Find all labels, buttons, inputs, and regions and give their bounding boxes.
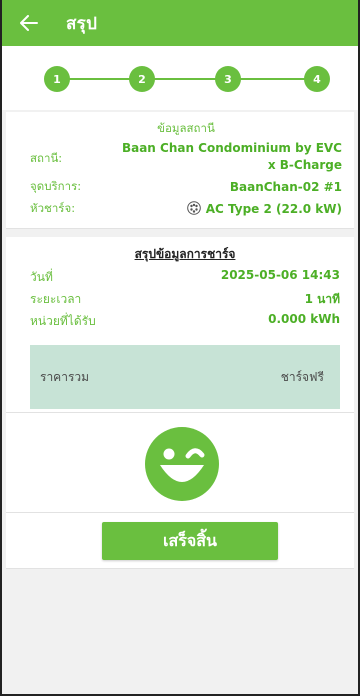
type2-connector-icon xyxy=(186,200,201,215)
date-row: วันที่ 2025-05-06 14:43 xyxy=(30,268,340,287)
total-price-box: ราคารวม ชาร์จฟรี xyxy=(30,345,340,409)
energy-label: หน่วยที่ได้รับ xyxy=(30,314,96,328)
step-1: 1 xyxy=(44,66,70,92)
step-2: 2 xyxy=(129,66,155,92)
connector-value-wrap: AC Type 2 (22.0 kW) xyxy=(186,200,342,218)
station-info-title: ข้อมูลสถานี xyxy=(157,121,215,135)
station-row: สถานี: Baan Chan Condominium by EVC x B-… xyxy=(30,140,342,174)
winking-face-icon xyxy=(145,427,219,505)
charging-summary-card: สรุปข้อมูลการชาร์จ วันที่ 2025-05-06 14:… xyxy=(6,237,354,413)
back-arrow-icon[interactable] xyxy=(20,12,42,34)
station-name: Baan Chan Condominium by EVC x B-Charge xyxy=(122,140,342,174)
done-button[interactable]: เสร็จสิ้น xyxy=(102,522,278,560)
station-name-line1: Baan Chan Condominium by EVC xyxy=(121,141,342,155)
duration-label: ระยะเวลา xyxy=(30,292,82,306)
connector-row: หัวชาร์จ: AC Type 2 (22.0 kW) xyxy=(30,200,342,218)
energy-row: หน่วยที่ได้รับ 0.000 kWh xyxy=(30,312,340,331)
total-price-label: ราคารวม xyxy=(40,369,90,384)
connector-value: AC Type 2 (22.0 kW) xyxy=(205,201,342,216)
station-name-line2: x B-Charge xyxy=(267,158,342,172)
total-price-value: ชาร์จฟรี xyxy=(280,369,324,384)
station-label: สถานี: xyxy=(30,151,63,165)
step-3: 3 xyxy=(215,66,241,92)
date-label: วันที่ xyxy=(30,270,53,284)
service-point-value: BaanChan-02 #1 xyxy=(229,179,342,194)
app-frame: สรุป 1 2 3 4 ข้อมูลสถานี สถานี: Baan Cha… xyxy=(0,0,360,696)
connector-label: หัวชาร์จ: xyxy=(30,201,76,215)
app-bar: สรุป xyxy=(2,0,358,46)
duration-value: 1 นาที xyxy=(304,292,340,306)
stepper-line xyxy=(57,78,312,80)
service-point-row: จุดบริการ: BaanChan-02 #1 xyxy=(30,178,342,196)
step-4: 4 xyxy=(304,66,330,92)
duration-row: ระยะเวลา 1 นาที xyxy=(30,290,340,309)
result-face-area xyxy=(6,413,354,515)
page-title: สรุป xyxy=(66,13,98,34)
summary-title: สรุปข้อมูลการชาร์จ xyxy=(134,247,236,261)
service-point-label: จุดบริการ: xyxy=(30,179,82,193)
energy-value: 0.000 kWh xyxy=(268,312,340,326)
date-value: 2025-05-06 14:43 xyxy=(220,268,340,282)
progress-stepper: 1 2 3 4 xyxy=(2,46,358,110)
action-area: เสร็จสิ้น xyxy=(6,513,354,569)
station-info-card: ข้อมูลสถานี สถานี: Baan Chan Condominium… xyxy=(6,112,354,229)
